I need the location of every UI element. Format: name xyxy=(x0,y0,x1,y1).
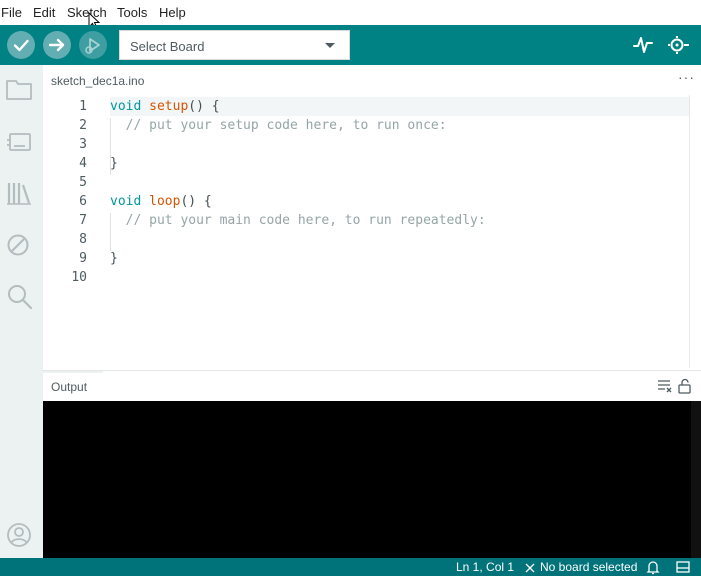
output-tab-indicator xyxy=(43,371,103,373)
output-console[interactable] xyxy=(43,401,701,558)
upload-button[interactable] xyxy=(43,31,71,59)
serial-plotter-icon[interactable] xyxy=(631,33,655,57)
line-number: 7 xyxy=(79,213,87,228)
check-icon xyxy=(13,39,29,52)
folder-icon[interactable] xyxy=(5,75,33,103)
line-number-gutter: 1 2 3 4 5 6 7 8 9 10 xyxy=(43,95,103,368)
menu-edit[interactable]: Edit xyxy=(33,5,55,20)
menu-bar: File Edit Sketch Tools Help xyxy=(0,0,701,30)
board-status[interactable]: No board selected xyxy=(540,560,637,574)
board-manager-icon[interactable] xyxy=(5,128,33,156)
cursor-position[interactable]: Ln 1, Col 1 xyxy=(456,560,514,574)
clear-output-icon[interactable] xyxy=(657,378,673,394)
line-number: 1 xyxy=(79,99,87,114)
more-icon[interactable]: ··· xyxy=(678,69,695,85)
output-panel-header: Output xyxy=(43,370,701,401)
code-line: } xyxy=(110,156,118,171)
library-icon[interactable] xyxy=(5,179,33,207)
notification-bell-icon[interactable] xyxy=(645,559,661,575)
code-area[interactable]: void setup() { // put your setup code he… xyxy=(110,95,690,368)
status-bar: Ln 1, Col 1 No board selected xyxy=(0,558,701,576)
debug-button[interactable] xyxy=(79,31,107,59)
activity-sidebar xyxy=(0,65,43,558)
debug-disabled-icon[interactable] xyxy=(5,231,33,259)
search-icon[interactable] xyxy=(5,283,33,311)
menu-help[interactable]: Help xyxy=(159,5,186,20)
line-number: 4 xyxy=(79,156,87,171)
board-select-dropdown[interactable]: Select Board xyxy=(119,30,350,60)
code-line: // put your setup code here, to run once… xyxy=(110,118,447,133)
serial-monitor-icon[interactable] xyxy=(665,33,689,57)
output-scrollbar[interactable] xyxy=(691,401,701,558)
line-number: 3 xyxy=(79,137,87,152)
output-title[interactable]: Output xyxy=(51,380,87,394)
editor-scrollbar[interactable] xyxy=(689,95,701,368)
line-number: 5 xyxy=(79,175,87,190)
code-line: // put your main code here, to run repea… xyxy=(110,213,486,228)
menu-tools[interactable]: Tools xyxy=(117,5,147,20)
arrow-right-icon xyxy=(48,38,65,52)
chevron-down-icon xyxy=(325,43,335,48)
line-number: 9 xyxy=(79,251,87,266)
tab-label: sketch_dec1a.ino xyxy=(51,74,145,88)
line-number: 6 xyxy=(79,194,87,209)
account-icon[interactable] xyxy=(5,521,33,549)
code-line: void setup() { xyxy=(110,99,220,114)
verify-button[interactable] xyxy=(7,31,35,59)
unlock-icon[interactable] xyxy=(677,378,693,394)
debug-play-icon xyxy=(85,38,100,54)
editor-tab-strip: sketch_dec1a.ino ··· xyxy=(43,65,701,95)
line-number: 2 xyxy=(79,118,87,133)
board-select-value: Select Board xyxy=(130,39,205,54)
close-icon xyxy=(525,563,535,573)
code-line: } xyxy=(110,251,118,266)
tab-sketch[interactable]: sketch_dec1a.ino xyxy=(43,65,152,95)
menu-file[interactable]: File xyxy=(1,5,22,20)
line-number: 10 xyxy=(71,270,87,285)
code-editor[interactable]: 1 2 3 4 5 6 7 8 9 10 void setup() { // p… xyxy=(43,95,701,368)
line-number: 8 xyxy=(79,232,87,247)
code-line: void loop() { xyxy=(110,194,212,209)
toolbar: Select Board xyxy=(0,25,701,65)
toggle-panel-icon[interactable] xyxy=(675,559,691,575)
